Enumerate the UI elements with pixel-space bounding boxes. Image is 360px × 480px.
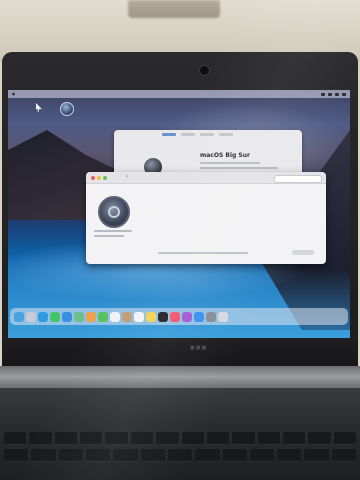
webcam-icon	[199, 65, 210, 76]
zoom-icon[interactable]	[103, 176, 107, 180]
key[interactable]	[222, 449, 247, 462]
battery-icon[interactable]	[328, 92, 332, 96]
wifi-icon[interactable]	[321, 92, 325, 96]
key[interactable]	[80, 432, 103, 445]
tab-storage[interactable]	[200, 133, 214, 136]
close-icon[interactable]	[91, 176, 95, 180]
minimize-icon[interactable]	[97, 176, 101, 180]
window-titlebar[interactable]: ‹	[86, 172, 326, 184]
app-store-icon[interactable]	[194, 311, 204, 322]
mouse-cursor-icon	[36, 103, 42, 112]
control-center-icon[interactable]	[335, 92, 339, 96]
key[interactable]	[4, 449, 29, 462]
finder-icon[interactable]	[14, 311, 24, 322]
safari-icon[interactable]	[38, 311, 48, 322]
key[interactable]	[140, 449, 165, 462]
music-icon[interactable]	[170, 311, 180, 322]
system-preferences-icon[interactable]	[206, 311, 216, 322]
about-tabs[interactable]	[162, 133, 233, 136]
key-row	[4, 449, 357, 462]
key[interactable]	[181, 432, 204, 445]
key[interactable]	[249, 449, 275, 462]
info-line	[200, 167, 278, 169]
apple-menu-icon[interactable]: ●	[12, 90, 15, 98]
hinge-strip	[0, 380, 360, 388]
key[interactable]	[304, 449, 329, 462]
contacts-icon[interactable]	[122, 311, 132, 322]
key[interactable]	[85, 449, 111, 462]
gear-icon	[98, 196, 130, 228]
photos-icon[interactable]	[86, 311, 96, 322]
software-update-window[interactable]: ‹	[86, 172, 326, 264]
advanced-button[interactable]	[292, 250, 314, 255]
laptop-screen: ● macOS Big Sur ‹	[8, 90, 350, 338]
background-object	[128, 0, 220, 18]
desktop-disk-icon[interactable]	[60, 102, 74, 116]
trash-icon[interactable]	[218, 311, 228, 322]
key[interactable]	[54, 432, 78, 445]
tab-overview[interactable]	[162, 133, 176, 136]
calendar-icon[interactable]	[110, 311, 120, 322]
dock[interactable]	[10, 308, 348, 325]
key[interactable]	[195, 449, 220, 462]
key[interactable]	[29, 432, 52, 445]
laptop-photo: ● macOS Big Sur ‹ ■■■	[0, 0, 360, 480]
key[interactable]	[105, 432, 128, 445]
key[interactable]	[130, 432, 154, 445]
tv-icon[interactable]	[158, 311, 168, 322]
key[interactable]	[277, 449, 302, 462]
key[interactable]	[232, 432, 255, 445]
key[interactable]	[333, 432, 357, 445]
menu-bar[interactable]: ●	[8, 90, 350, 98]
info-line	[200, 162, 260, 164]
update-sidebar	[94, 230, 136, 240]
mail-icon[interactable]	[62, 311, 72, 322]
status-icons[interactable]	[321, 92, 350, 96]
key[interactable]	[4, 432, 27, 445]
key[interactable]	[282, 432, 306, 445]
key[interactable]	[31, 449, 56, 462]
key[interactable]	[206, 432, 230, 445]
key[interactable]	[257, 432, 280, 445]
key[interactable]	[58, 449, 83, 462]
key-row	[4, 432, 357, 445]
clock-icon[interactable]	[342, 92, 346, 96]
key[interactable]	[167, 449, 193, 462]
key[interactable]	[113, 449, 138, 462]
notes-icon[interactable]	[146, 311, 156, 322]
tab-displays[interactable]	[181, 133, 195, 136]
brand-logo: ■■■	[190, 345, 208, 351]
search-input[interactable]	[274, 175, 322, 183]
key[interactable]	[331, 449, 357, 462]
os-name: macOS Big Sur	[200, 152, 250, 159]
update-footer-text	[158, 252, 248, 254]
reminders-icon[interactable]	[134, 311, 144, 322]
messages-icon[interactable]	[50, 311, 60, 322]
key[interactable]	[156, 432, 179, 445]
key[interactable]	[308, 432, 331, 445]
chevron-left-icon[interactable]: ‹	[126, 173, 128, 180]
facetime-icon[interactable]	[98, 311, 108, 322]
keyboard[interactable]	[4, 432, 357, 466]
podcasts-icon[interactable]	[182, 311, 192, 322]
maps-icon[interactable]	[74, 311, 84, 322]
tab-support[interactable]	[219, 133, 233, 136]
launchpad-icon[interactable]	[26, 311, 36, 322]
